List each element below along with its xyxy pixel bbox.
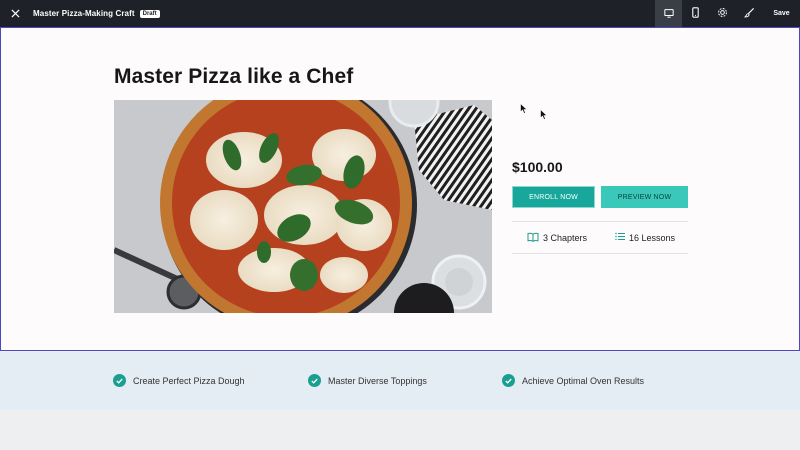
brush-icon bbox=[743, 5, 755, 23]
outcome-label: Master Diverse Toppings bbox=[328, 375, 427, 386]
course-hero-image[interactable] bbox=[114, 100, 492, 313]
draft-badge: Draft bbox=[139, 9, 160, 18]
check-circle-icon bbox=[113, 374, 126, 387]
outcome-item: Master Diverse Toppings bbox=[308, 374, 427, 387]
close-button[interactable] bbox=[0, 0, 30, 27]
course-title: Master Pizza like a Chef bbox=[114, 65, 354, 88]
mobile-icon bbox=[691, 5, 700, 23]
check-circle-icon bbox=[502, 374, 515, 387]
check-circle-icon bbox=[308, 374, 321, 387]
desktop-view-button[interactable] bbox=[655, 0, 682, 27]
chapters-count: 3 Chapters bbox=[527, 232, 587, 244]
chapters-label: 3 Chapters bbox=[543, 233, 588, 243]
editor-canvas: Master Pizza like a Chef $100.00 ENROLL … bbox=[0, 27, 800, 351]
book-icon bbox=[527, 232, 543, 244]
course-price: $100.00 bbox=[512, 159, 563, 175]
outcome-label: Create Perfect Pizza Dough bbox=[133, 375, 245, 386]
style-button[interactable] bbox=[736, 0, 763, 27]
preview-now-button[interactable]: PREVIEW NOW bbox=[601, 186, 688, 208]
close-icon bbox=[10, 5, 20, 23]
desktop-icon bbox=[663, 5, 674, 23]
lessons-label: 16 Lessons bbox=[629, 232, 676, 243]
cursor-icon bbox=[520, 101, 528, 119]
outcomes-section: Create Perfect Pizza Dough Master Divers… bbox=[0, 352, 800, 410]
outcome-item: Create Perfect Pizza Dough bbox=[113, 374, 245, 387]
lessons-count: 16 Lessons bbox=[615, 232, 675, 243]
outcome-label: Achieve Optimal Oven Results bbox=[522, 375, 645, 386]
list-icon bbox=[615, 232, 629, 243]
editor-topbar: Master Pizza-Making Craft Draft Save bbox=[0, 0, 800, 27]
enroll-now-button[interactable]: ENROLL NOW bbox=[512, 186, 595, 208]
mobile-view-button[interactable] bbox=[682, 0, 709, 27]
settings-button[interactable] bbox=[709, 0, 736, 27]
divider bbox=[512, 253, 688, 254]
document-title: Master Pizza-Making Craft bbox=[33, 9, 135, 18]
save-button[interactable]: Save bbox=[763, 0, 800, 27]
settings-icon bbox=[717, 5, 728, 23]
outcome-item: Achieve Optimal Oven Results bbox=[502, 374, 644, 387]
cursor-icon bbox=[540, 107, 548, 125]
divider bbox=[512, 221, 688, 222]
